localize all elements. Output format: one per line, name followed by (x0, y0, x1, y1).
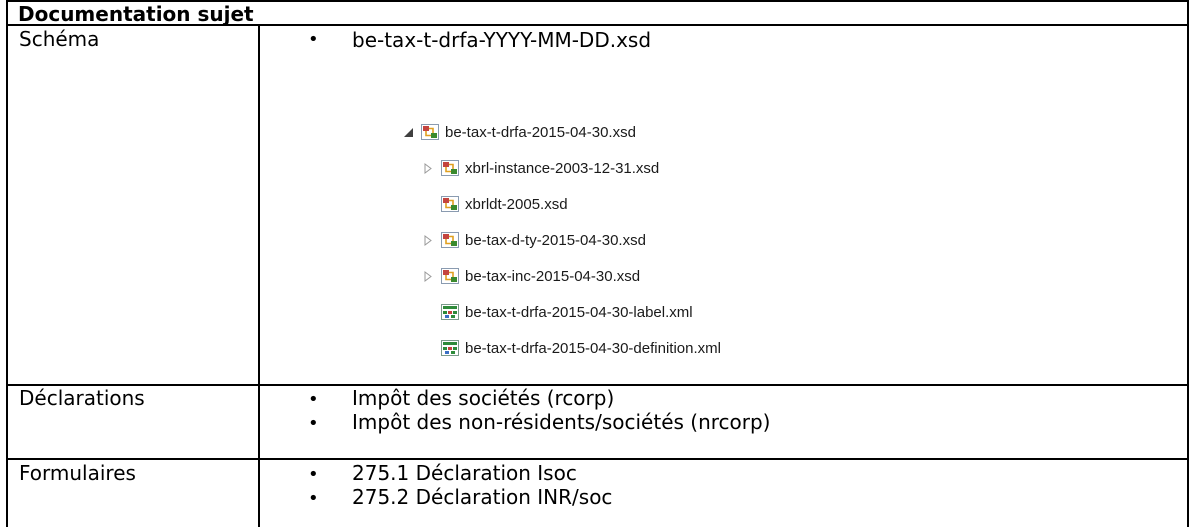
bullet-icon: • (308, 488, 319, 509)
formulaire-item: 275.1 Déclaration Isoc (352, 461, 577, 485)
tree-node-label: be-tax-inc-2015-04-30.xsd (465, 267, 641, 285)
declaration-item: Impôt des non-résidents/sociétés (nrcorp… (352, 410, 771, 434)
tree-node-child[interactable]: be-tax-d-ty-2015-04-30.xsd (421, 229, 646, 251)
schema-label: Schéma (19, 27, 100, 51)
declarations-label: Déclarations (19, 386, 145, 410)
expand-triangle-icon[interactable] (421, 161, 435, 175)
xsd-schema-icon (441, 268, 459, 284)
expand-triangle-icon[interactable] (421, 269, 435, 283)
section-title: Documentation sujet (18, 2, 254, 26)
bullet-icon: • (308, 464, 319, 485)
tree-node-child[interactable]: be-tax-t-drfa-2015-04-30-label.xml (441, 301, 693, 323)
schema-pattern: be-tax-t-drfa-YYYY-MM-DD.xsd (352, 28, 652, 52)
bullet-icon: • (308, 413, 319, 434)
bullet-icon: • (308, 29, 319, 50)
documentation-table: Documentation sujet Schéma • be-tax-t-dr… (6, 0, 1189, 527)
tree-node-label: be-tax-d-ty-2015-04-30.xsd (465, 231, 646, 249)
tree-node-label: be-tax-t-drfa-2015-04-30-label.xml (465, 303, 693, 321)
collapse-triangle-icon[interactable] (401, 125, 415, 139)
declarations-row-divider (6, 458, 1189, 460)
tree-node-label: xbrldt-2005.xsd (465, 195, 568, 213)
xsd-schema-icon (421, 124, 439, 140)
xml-linkbase-icon (441, 304, 459, 320)
tree-node-child[interactable]: be-tax-inc-2015-04-30.xsd (421, 265, 640, 287)
formulaire-item: 275.2 Déclaration INR/soc (352, 485, 613, 509)
formulaires-label: Formulaires (19, 461, 136, 485)
tree-node-child[interactable]: xbrldt-2005.xsd (441, 193, 568, 215)
xml-linkbase-icon (441, 340, 459, 356)
tree-node-label: xbrl-instance-2003-12-31.xsd (465, 159, 660, 177)
xsd-schema-icon (441, 196, 459, 212)
tree-node-child[interactable]: be-tax-t-drfa-2015-04-30-definition.xml (441, 337, 721, 359)
xsd-schema-icon (441, 232, 459, 248)
tree-node-label: be-tax-t-drfa-2015-04-30.xsd (445, 123, 636, 141)
tree-node-child[interactable]: xbrl-instance-2003-12-31.xsd (421, 157, 659, 179)
table-border-left (6, 0, 8, 527)
tree-node-root[interactable]: be-tax-t-drfa-2015-04-30.xsd (401, 121, 636, 143)
column-divider (258, 25, 260, 527)
tree-node-label: be-tax-t-drfa-2015-04-30-definition.xml (465, 339, 721, 357)
expand-triangle-icon[interactable] (421, 233, 435, 247)
xsd-schema-icon (441, 160, 459, 176)
bullet-icon: • (308, 389, 319, 410)
declaration-item: Impôt des sociétés (rcorp) (352, 386, 615, 410)
